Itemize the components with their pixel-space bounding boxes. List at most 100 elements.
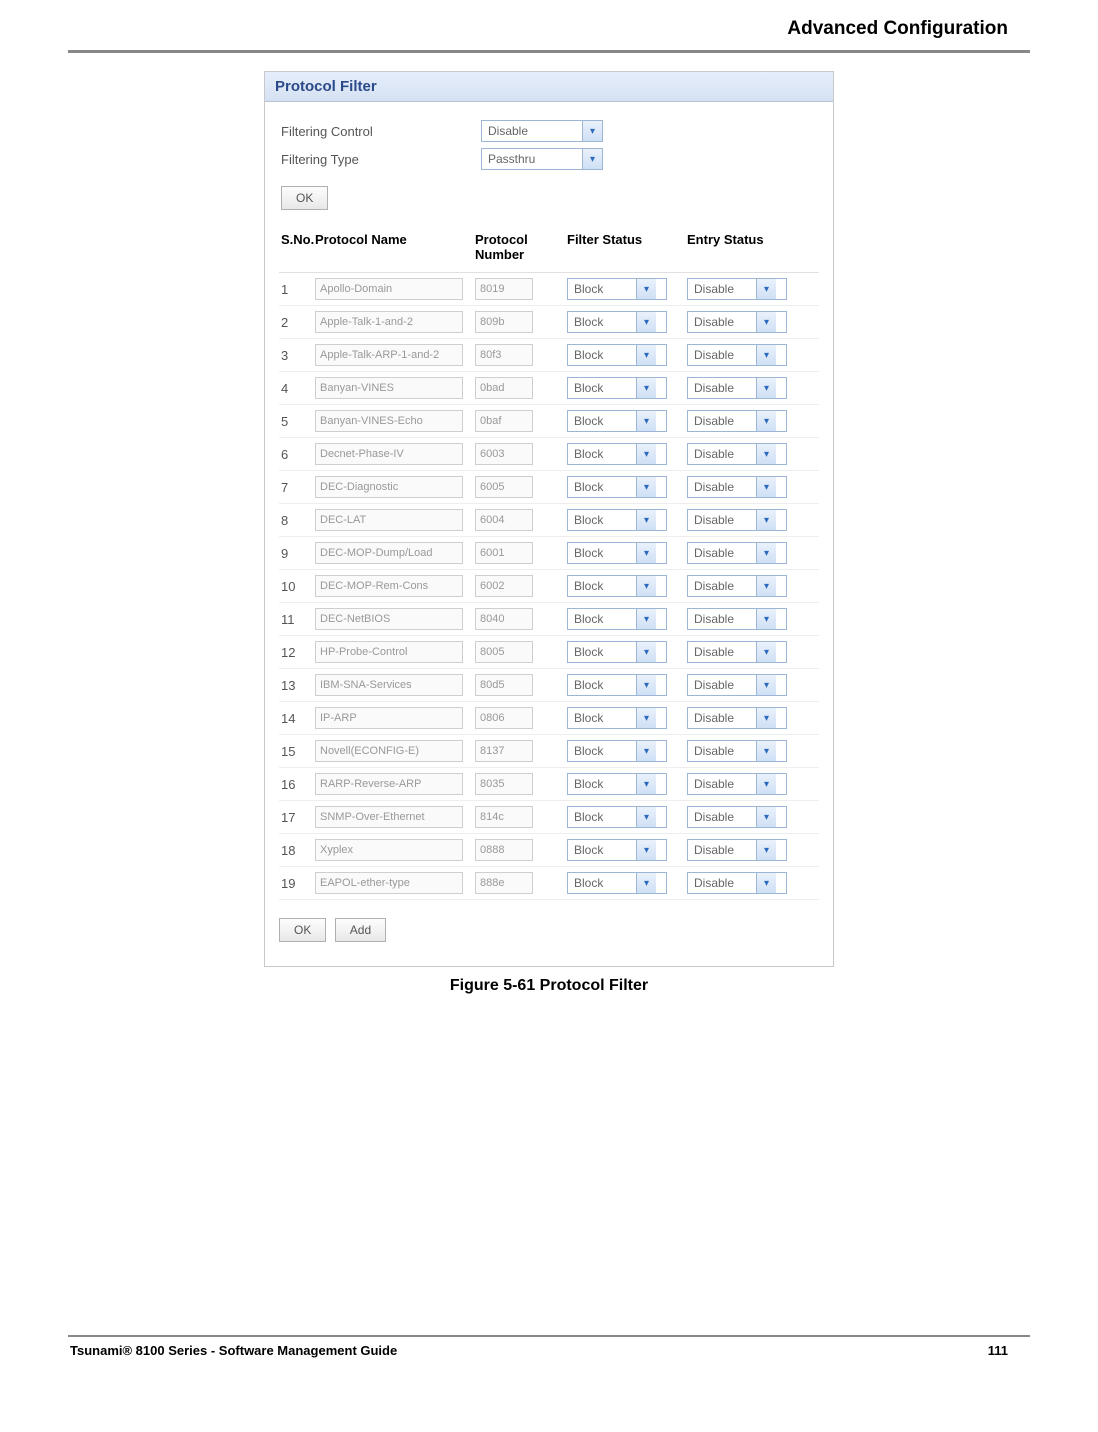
protocol-name-input[interactable] <box>315 476 463 498</box>
protocol-number-input[interactable] <box>475 740 533 762</box>
filter-status-value: Block <box>568 348 636 362</box>
protocol-name-input[interactable] <box>315 674 463 696</box>
filter-status-select[interactable]: Block▾ <box>567 344 667 366</box>
filter-status-select[interactable]: Block▾ <box>567 278 667 300</box>
protocol-name-input[interactable] <box>315 608 463 630</box>
table-row: 11Block▾Disable▾ <box>279 603 819 636</box>
filter-status-select[interactable]: Block▾ <box>567 443 667 465</box>
filter-status-select[interactable]: Block▾ <box>567 575 667 597</box>
protocol-name-input[interactable] <box>315 377 463 399</box>
filter-status-select[interactable]: Block▾ <box>567 839 667 861</box>
protocol-name-input[interactable] <box>315 344 463 366</box>
protocol-name-input[interactable] <box>315 542 463 564</box>
entry-status-select[interactable]: Disable▾ <box>687 542 787 564</box>
filter-status-select[interactable]: Block▾ <box>567 806 667 828</box>
entry-status-select[interactable]: Disable▾ <box>687 674 787 696</box>
entry-status-select[interactable]: Disable▾ <box>687 311 787 333</box>
protocol-name-input[interactable] <box>315 872 463 894</box>
filtering-control-value: Disable <box>482 124 582 138</box>
chevron-down-icon: ▾ <box>636 708 656 728</box>
protocol-number-input[interactable] <box>475 476 533 498</box>
chevron-down-icon: ▾ <box>636 840 656 860</box>
filter-status-select[interactable]: Block▾ <box>567 641 667 663</box>
protocol-name-input[interactable] <box>315 443 463 465</box>
entry-status-select[interactable]: Disable▾ <box>687 773 787 795</box>
protocol-filter-panel: Protocol Filter Filtering Control Disabl… <box>264 71 834 967</box>
filter-status-select[interactable]: Block▾ <box>567 608 667 630</box>
protocol-number-input[interactable] <box>475 674 533 696</box>
protocol-number-input[interactable] <box>475 839 533 861</box>
entry-status-select[interactable]: Disable▾ <box>687 806 787 828</box>
protocol-number-input[interactable] <box>475 509 533 531</box>
entry-status-select[interactable]: Disable▾ <box>687 872 787 894</box>
entry-status-select[interactable]: Disable▾ <box>687 575 787 597</box>
entry-status-select[interactable]: Disable▾ <box>687 443 787 465</box>
protocol-number-input[interactable] <box>475 773 533 795</box>
protocol-number-input[interactable] <box>475 311 533 333</box>
entry-status-value: Disable <box>688 579 756 593</box>
footer-doc-title: Tsunami® 8100 Series - Software Manageme… <box>70 1343 397 1358</box>
filter-status-select[interactable]: Block▾ <box>567 476 667 498</box>
cell-sno: 5 <box>279 414 315 429</box>
protocol-name-input[interactable] <box>315 509 463 531</box>
ok-button[interactable]: OK <box>281 186 328 210</box>
entry-status-select[interactable]: Disable▾ <box>687 278 787 300</box>
protocol-number-input[interactable] <box>475 872 533 894</box>
filter-status-select[interactable]: Block▾ <box>567 410 667 432</box>
protocol-number-input[interactable] <box>475 542 533 564</box>
protocol-name-input[interactable] <box>315 707 463 729</box>
entry-status-select[interactable]: Disable▾ <box>687 608 787 630</box>
protocol-number-input[interactable] <box>475 443 533 465</box>
protocol-name-input[interactable] <box>315 806 463 828</box>
protocol-name-input[interactable] <box>315 773 463 795</box>
protocol-name-input[interactable] <box>315 740 463 762</box>
protocol-number-input[interactable] <box>475 608 533 630</box>
protocol-number-input[interactable] <box>475 377 533 399</box>
entry-status-select[interactable]: Disable▾ <box>687 476 787 498</box>
protocol-name-input[interactable] <box>315 641 463 663</box>
entry-status-value: Disable <box>688 612 756 626</box>
filter-status-select[interactable]: Block▾ <box>567 773 667 795</box>
filter-status-select[interactable]: Block▾ <box>567 740 667 762</box>
filter-status-select[interactable]: Block▾ <box>567 311 667 333</box>
protocol-number-input[interactable] <box>475 575 533 597</box>
protocol-number-input[interactable] <box>475 806 533 828</box>
entry-status-value: Disable <box>688 414 756 428</box>
protocol-number-input[interactable] <box>475 410 533 432</box>
table-row: 6Block▾Disable▾ <box>279 438 819 471</box>
filter-status-select[interactable]: Block▾ <box>567 377 667 399</box>
entry-status-select[interactable]: Disable▾ <box>687 410 787 432</box>
protocol-number-input[interactable] <box>475 707 533 729</box>
add-button[interactable]: Add <box>335 918 386 942</box>
protocol-number-input[interactable] <box>475 641 533 663</box>
filter-status-select[interactable]: Block▾ <box>567 872 667 894</box>
entry-status-select[interactable]: Disable▾ <box>687 839 787 861</box>
protocol-name-input[interactable] <box>315 311 463 333</box>
entry-status-select[interactable]: Disable▾ <box>687 641 787 663</box>
filtering-control-select[interactable]: Disable ▾ <box>481 120 603 142</box>
cell-sno: 16 <box>279 777 315 792</box>
filter-status-select[interactable]: Block▾ <box>567 707 667 729</box>
chevron-down-icon: ▾ <box>756 378 776 398</box>
entry-status-select[interactable]: Disable▾ <box>687 740 787 762</box>
filter-status-select[interactable]: Block▾ <box>567 509 667 531</box>
entry-status-select[interactable]: Disable▾ <box>687 509 787 531</box>
chevron-down-icon: ▾ <box>636 609 656 629</box>
entry-status-value: Disable <box>688 678 756 692</box>
filter-status-select[interactable]: Block▾ <box>567 542 667 564</box>
protocol-number-input[interactable] <box>475 278 533 300</box>
ok-button-bottom[interactable]: OK <box>279 918 326 942</box>
filtering-type-select[interactable]: Passthru ▾ <box>481 148 603 170</box>
protocol-name-input[interactable] <box>315 839 463 861</box>
filter-status-select[interactable]: Block▾ <box>567 674 667 696</box>
chevron-down-icon: ▾ <box>756 444 776 464</box>
protocol-number-input[interactable] <box>475 344 533 366</box>
chevron-down-icon: ▾ <box>636 444 656 464</box>
protocol-name-input[interactable] <box>315 575 463 597</box>
entry-status-select[interactable]: Disable▾ <box>687 344 787 366</box>
protocol-name-input[interactable] <box>315 410 463 432</box>
col-fs: Filter Status <box>567 232 687 262</box>
entry-status-select[interactable]: Disable▾ <box>687 707 787 729</box>
entry-status-select[interactable]: Disable▾ <box>687 377 787 399</box>
protocol-name-input[interactable] <box>315 278 463 300</box>
